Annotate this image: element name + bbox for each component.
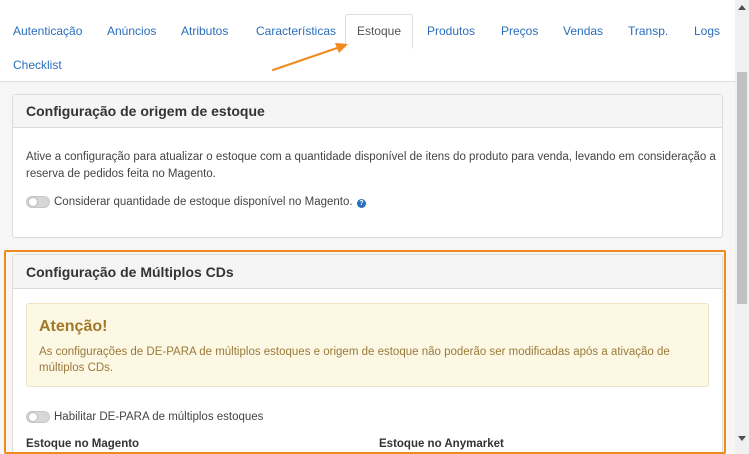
- alert-text-line2: múltiplos CDs.: [39, 362, 114, 374]
- stock-available-toggle-label: Considerar quantidade de estoque disponí…: [54, 196, 353, 208]
- tab-vendas[interactable]: Vendas: [563, 24, 603, 38]
- tab-bar: Autenticação Anúncios Atributos Caracter…: [0, 0, 735, 82]
- scrollbar-thumb[interactable]: [737, 72, 747, 304]
- stock-origin-title: Configuração de origem de estoque: [13, 95, 722, 128]
- tab-anuncios[interactable]: Anúncios: [107, 24, 156, 38]
- multi-stock-toggle-label: Habilitar DE-PARA de múltiplos estoques: [54, 411, 264, 423]
- column-header-anymarket: Estoque no Anymarket: [379, 438, 504, 450]
- multi-cd-panel: Configuração de Múltiplos CDs Atenção! A…: [12, 254, 723, 454]
- attention-alert: Atenção! As configurações de DE-PARA de …: [26, 303, 709, 387]
- content-area: Configuração de origem de estoque Ative …: [0, 82, 735, 454]
- alert-text-line1: As configurações de DE-PARA de múltiplos…: [39, 346, 670, 358]
- scroll-up-icon[interactable]: [735, 0, 749, 14]
- stock-origin-panel: Configuração de origem de estoque Ative …: [12, 94, 723, 238]
- stock-origin-description-line1: Ative a configuração para atualizar o es…: [26, 151, 716, 163]
- tab-autenticacao[interactable]: Autenticação: [13, 24, 82, 38]
- tab-logs[interactable]: Logs: [694, 24, 720, 38]
- alert-title: Atenção!: [39, 318, 108, 335]
- stock-available-toggle[interactable]: [26, 196, 50, 208]
- multi-stock-toggle[interactable]: [26, 411, 50, 423]
- tab-estoque[interactable]: Estoque: [345, 14, 413, 49]
- tab-precos[interactable]: Preços: [501, 24, 538, 38]
- help-icon[interactable]: ?: [357, 199, 366, 208]
- tab-produtos[interactable]: Produtos: [427, 24, 475, 38]
- tab-atributos[interactable]: Atributos: [181, 24, 228, 38]
- tab-checklist[interactable]: Checklist: [13, 58, 62, 72]
- tab-transp[interactable]: Transp.: [628, 24, 668, 38]
- multi-cd-title: Configuração de Múltiplos CDs: [13, 255, 722, 289]
- vertical-scrollbar[interactable]: [735, 0, 749, 454]
- tab-caracteristicas[interactable]: Características: [256, 24, 336, 38]
- stock-origin-description-line2: reserva de pedidos feita no Magento.: [26, 168, 216, 180]
- column-header-magento: Estoque no Magento: [26, 438, 140, 450]
- scroll-down-icon[interactable]: [735, 432, 749, 446]
